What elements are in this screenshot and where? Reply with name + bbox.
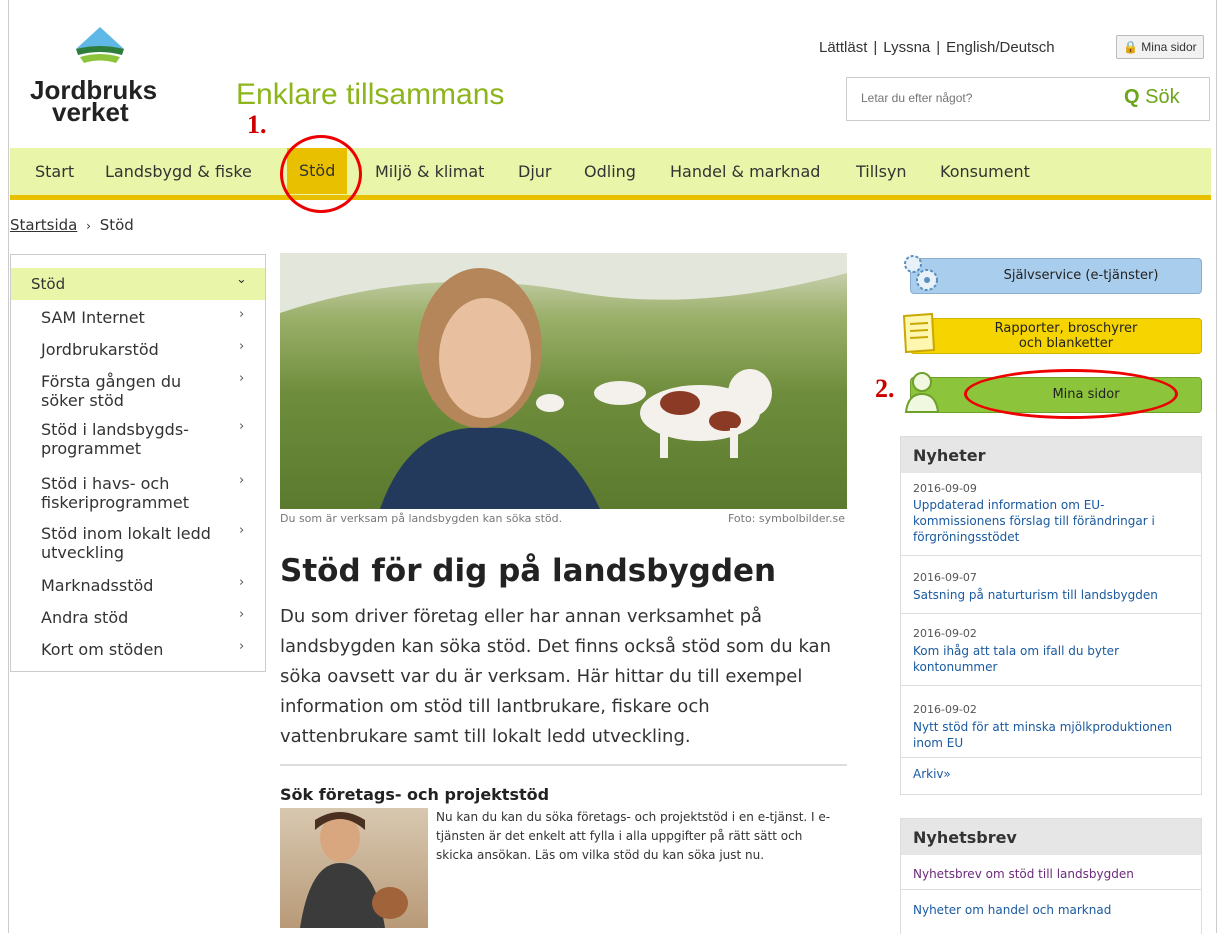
english-deutsch-link[interactable]: English/Deutsch (946, 39, 1054, 56)
search-icon: Q (1124, 86, 1140, 108)
nav-tillsyn[interactable]: Tillsyn (856, 162, 907, 181)
listen-link[interactable]: Lyssna (883, 39, 930, 56)
chevron-right-icon: › (239, 639, 245, 654)
sidebar-menu: Stöd ⌄ SAM Internet › Jordbrukarstöd › F… (10, 254, 266, 672)
tagline: Enklare tillsammans (236, 78, 505, 111)
document-icon (902, 312, 936, 354)
sidebar-item-sam[interactable]: SAM Internet (41, 308, 145, 327)
logo[interactable]: Jordbruks verket (30, 25, 170, 130)
sidebar-item-jordbrukarstod[interactable]: Jordbrukarstöd (41, 340, 159, 359)
user-icon (904, 372, 940, 413)
annotation-ring-2 (964, 369, 1178, 419)
news-item[interactable]: 2016-09-02 Kom ihåg att tala om ifall du… (901, 613, 1201, 686)
lock-icon: 🔒 (1123, 40, 1138, 54)
breadcrumb: Startsida › Stöd (10, 216, 134, 234)
hero-caption: Du som är verksam på landsbygden kan sök… (280, 512, 563, 525)
chevron-right-icon: › (239, 307, 245, 322)
mina-sidor-top-button[interactable]: 🔒 Mina sidor (1116, 35, 1204, 59)
sidebar-item-andra-stod[interactable]: Andra stöd (41, 608, 128, 627)
breadcrumb-home[interactable]: Startsida (10, 216, 77, 234)
divider (901, 889, 1201, 890)
logo-line2: verket (52, 97, 129, 127)
chevron-right-icon: › (239, 339, 245, 354)
chevron-right-icon: › (239, 523, 245, 538)
craftsman-illustration (300, 812, 408, 928)
sidebar-item-forsta-gangen[interactable]: Första gången du söker stöd (41, 372, 211, 410)
hero-illustration (280, 253, 847, 509)
chevron-right-icon: › (239, 419, 245, 434)
nav-djur[interactable]: Djur (518, 162, 551, 181)
gear-icon (904, 255, 938, 291)
newsletter-link-handel[interactable]: Nyheter om handel och marknad (913, 903, 1111, 917)
craftsman-photo (280, 808, 428, 928)
newsletter-box: Nyhetsbrev Nyhetsbrev om stöd till lands… (900, 818, 1202, 934)
news-item[interactable]: 2016-09-07 Satsning på naturturism till … (901, 555, 1201, 614)
main-nav: Start Landsbygd & fiske Stöd Miljö & kli… (10, 148, 1211, 200)
search-button[interactable]: Q Sök (1124, 86, 1180, 109)
newsletter-link-landsbygd[interactable]: Nyhetsbrev om stöd till landsbygden (913, 867, 1134, 881)
newsletter-title: Nyhetsbrev (901, 819, 1201, 855)
top-links: Lättläst | Lyssna | English/Deutsch (819, 39, 1055, 56)
chevron-right-icon: › (239, 575, 245, 590)
sidebar-item-marknadsstod[interactable]: Marknadsstöd (41, 576, 153, 595)
reports-button[interactable]: Rapporter, broschyrer och blanketter (910, 318, 1202, 354)
search-box: Q Sök (846, 77, 1210, 121)
chevron-right-icon: › (239, 473, 245, 488)
logo-emblem-icon (76, 27, 124, 63)
nav-landsbygd[interactable]: Landsbygd & fiske (105, 162, 252, 181)
nav-miljo[interactable]: Miljö & klimat (375, 162, 484, 181)
chevron-down-icon: ⌄ (236, 272, 247, 287)
lead-paragraph: Du som driver företag eller har annan ve… (280, 606, 831, 747)
breadcrumb-current: Stöd (99, 216, 134, 234)
sub-text: Nu kan du kan du söka företags- och proj… (436, 810, 831, 862)
divider (280, 764, 847, 766)
selfservice-button[interactable]: Självservice (e-tjänster) (910, 258, 1202, 294)
annotation-2: 2. (875, 374, 895, 403)
annotation-1: 1. (247, 110, 267, 139)
news-item[interactable]: 2016-09-02 Nytt stöd för att minska mjöl… (901, 685, 1201, 758)
search-input[interactable] (859, 90, 1103, 106)
sidebar-item-landsbygdsprogrammet[interactable]: Stöd i landsbygds- programmet (41, 420, 211, 458)
nav-handel[interactable]: Handel & marknad (670, 162, 820, 181)
nav-start[interactable]: Start (35, 162, 74, 181)
sub-heading[interactable]: Sök företags- och projektstöd (280, 785, 549, 804)
news-title: Nyheter (901, 437, 1201, 473)
sidebar-title[interactable]: Stöd ⌄ (11, 268, 265, 300)
archive-link[interactable]: Arkiv» (913, 767, 951, 781)
sidebar-item-lokalt-ledd[interactable]: Stöd inom lokalt ledd utveckling (41, 524, 231, 562)
chevron-right-icon: › (239, 371, 245, 386)
sidebar-item-kort-om-stoden[interactable]: Kort om stöden (41, 640, 163, 659)
nav-odling[interactable]: Odling (584, 162, 636, 181)
easy-read-link[interactable]: Lättläst (819, 39, 867, 56)
annotation-ring-1 (280, 135, 362, 213)
sidebar-item-havs-fiske[interactable]: Stöd i havs- och fiskeriprogrammet (41, 474, 231, 512)
news-item[interactable]: 2016-09-09 Uppdaterad information om EU-… (901, 473, 1201, 556)
hero-image (280, 253, 847, 509)
nav-konsument[interactable]: Konsument (940, 162, 1030, 181)
chevron-right-icon: › (239, 607, 245, 622)
hero-photo-credit: Foto: symbolbilder.se (728, 512, 845, 525)
news-box: Nyheter 2016-09-09 Uppdaterad informatio… (900, 436, 1202, 795)
page-title: Stöd för dig på landsbygden (280, 553, 777, 589)
